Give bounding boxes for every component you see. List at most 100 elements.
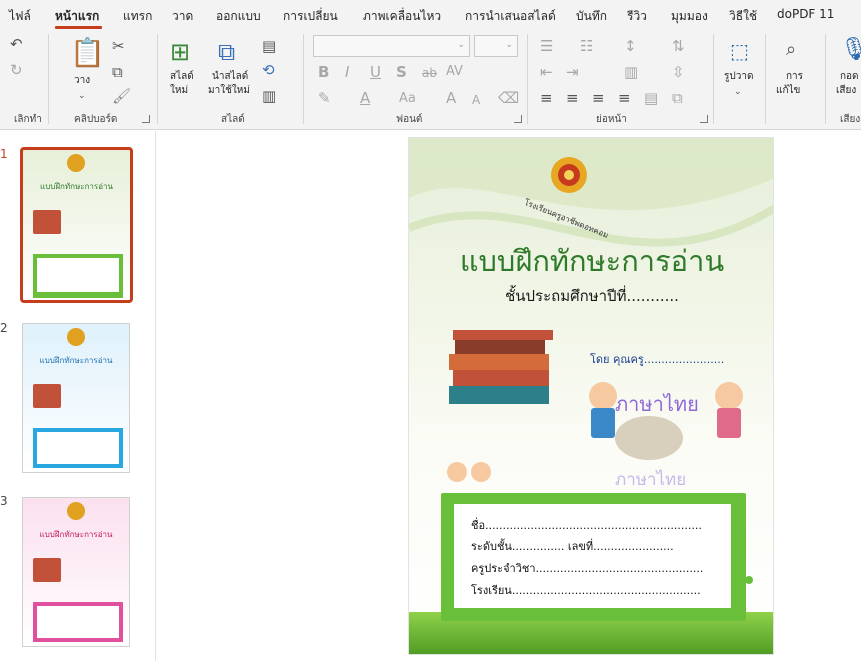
drawing-shapes-icon[interactable]: ⬚ — [730, 40, 749, 62]
emblem-icon — [67, 154, 85, 172]
form-school-line[interactable]: โรงเรียน................................… — [471, 581, 701, 599]
slide-thumbnail-1[interactable]: แบบฝึกทักษะการอ่าน — [20, 147, 133, 303]
thumbnail-number: 2 — [0, 321, 8, 335]
thumbnail-form-frame — [33, 428, 123, 468]
tab-view[interactable]: มุมมอง — [671, 7, 708, 26]
slide-thumbnail-2[interactable]: แบบฝึกทักษะการอ่าน — [22, 323, 130, 473]
tab-transitions[interactable]: การเปลี่ยน — [283, 7, 338, 26]
bold-icon[interactable]: B — [318, 64, 329, 80]
paste-icon[interactable]: 📋 — [70, 38, 105, 68]
strikethrough-icon[interactable]: ab — [422, 65, 437, 81]
increase-indent-icon[interactable]: ⇥ — [566, 64, 579, 80]
thumbnail-form-frame — [33, 254, 123, 298]
tab-dopdf[interactable]: doPDF 11 — [777, 7, 834, 21]
teacher-byline[interactable]: โดย คุณครู....................... — [590, 350, 724, 368]
clipboard-group-label: คลิปบอร์ด — [74, 114, 118, 125]
separator — [303, 34, 304, 124]
font-name-combo[interactable]: ⌄ — [313, 35, 470, 57]
tab-draw[interactable]: วาด — [172, 7, 193, 26]
increase-font-icon[interactable]: A — [446, 90, 456, 106]
books-icon — [33, 384, 61, 408]
decrease-font-icon[interactable]: A — [472, 92, 480, 108]
thumbnail-title: แบบฝึกทักษะการอ่าน — [39, 356, 113, 365]
dictate-label-1[interactable]: กอด — [840, 70, 859, 83]
text-direction-icon[interactable]: ⇅ — [672, 38, 685, 54]
section-icon[interactable]: ▥ — [262, 88, 276, 104]
dictate-label-2[interactable]: เสียง — [836, 84, 856, 97]
new-slide-label-2[interactable]: ใหม่ — [170, 84, 188, 97]
thai-art-text: ภาษาไทย — [615, 392, 699, 416]
active-tab-indicator — [55, 26, 102, 29]
font-color-icon[interactable]: A — [360, 90, 370, 106]
reuse-slides-label-1[interactable]: นำสไลด์ — [212, 70, 248, 83]
tab-review[interactable]: รีวิว — [627, 7, 647, 26]
tab-record[interactable]: บันทึก — [576, 7, 607, 26]
redo-icon[interactable]: ↻ — [10, 62, 23, 78]
chevron-down-icon[interactable]: ⌄ — [78, 88, 86, 104]
thumbnail-number: 3 — [0, 494, 8, 508]
reset-icon[interactable]: ⟲ — [262, 62, 275, 78]
format-painter-icon[interactable]: 🖌 — [112, 88, 131, 104]
new-slide-label-1[interactable]: สไลด์ — [170, 70, 194, 83]
bullets-icon[interactable]: ☰ — [540, 38, 553, 54]
slide-thumbnail-3[interactable]: แบบฝึกทักษะการอ่าน — [22, 497, 130, 647]
tab-slideshow[interactable]: การนำเสนอสไลด์ — [465, 7, 556, 26]
undo-icon[interactable]: ↶ — [10, 36, 23, 52]
font-launcher-icon[interactable] — [514, 115, 522, 123]
thumbnail-number: 1 — [0, 147, 8, 161]
copy-icon[interactable]: ⧉ — [112, 64, 123, 80]
cut-icon[interactable]: ✂ — [112, 38, 125, 54]
clipboard-launcher-icon[interactable] — [142, 115, 150, 123]
separator — [527, 34, 528, 124]
tab-help[interactable]: วิธีใช้ — [729, 7, 757, 26]
italic-icon[interactable]: I — [345, 64, 349, 80]
align-center-icon[interactable]: ≡ — [566, 90, 579, 106]
separator — [48, 34, 49, 124]
slide-subtitle[interactable]: ชั้นประถมศึกษาปีที่........... — [409, 284, 773, 308]
reuse-slides-icon[interactable]: ⧉ — [218, 38, 235, 66]
paste-button-label[interactable]: วาง — [74, 74, 90, 87]
paragraph-launcher-icon[interactable] — [700, 115, 708, 123]
line-spacing-icon[interactable]: ↕ — [624, 38, 637, 54]
change-case-icon[interactable]: Aa — [399, 91, 416, 107]
editing-label-2[interactable]: แก้ไข — [776, 84, 800, 97]
character-spacing-icon[interactable]: AV — [446, 64, 463, 80]
tab-home[interactable]: หน้าแรก — [55, 7, 99, 26]
new-slide-icon[interactable]: ⊞ — [170, 38, 190, 66]
tab-insert[interactable]: แทรก — [123, 7, 152, 26]
tab-design[interactable]: ออกแบบ — [216, 7, 261, 26]
editing-label-1[interactable]: การ — [786, 70, 803, 83]
numbering-icon[interactable]: ☷ — [580, 38, 593, 54]
form-teacher-line[interactable]: ครูประจำวิชา............................… — [471, 559, 703, 577]
decrease-indent-icon[interactable]: ⇤ — [540, 64, 553, 80]
clear-format-icon[interactable]: ⌫ — [498, 90, 519, 106]
shadow-icon[interactable]: S — [396, 64, 407, 80]
justify-icon[interactable]: ≡ — [618, 90, 631, 106]
drawing-button-label[interactable]: รูปวาด — [724, 70, 753, 83]
thai-art-text-faded: ภาษาไทย — [615, 470, 687, 490]
underline-icon[interactable]: U — [370, 64, 381, 80]
separator — [157, 34, 158, 124]
align-left-icon[interactable]: ≡ — [540, 90, 553, 106]
thumbnail-form — [37, 258, 119, 292]
align-text-icon[interactable]: ⇳ — [672, 64, 685, 80]
chevron-down-icon[interactable]: ⌄ — [734, 84, 742, 100]
font-size-combo[interactable]: ⌄ — [474, 35, 518, 57]
form-level-line[interactable]: ระดับชั้น............... เลขที่.........… — [471, 537, 674, 555]
highlight-icon[interactable]: ✎ — [318, 90, 331, 106]
tab-file[interactable]: ไฟล์ — [9, 7, 31, 26]
search-icon[interactable]: ⌕ — [786, 40, 796, 60]
slide-title[interactable]: แบบฝึกทักษะการอ่าน — [409, 238, 773, 284]
form-name-line[interactable]: ชื่อ....................................… — [471, 516, 702, 534]
dictate-mic-icon[interactable]: 🎙 — [840, 38, 861, 62]
smartart-icon[interactable]: ⧉ — [672, 90, 683, 106]
distributed-icon[interactable]: ▤ — [644, 90, 658, 106]
reuse-slides-label-2[interactable]: มาใช้ใหม่ — [208, 84, 250, 97]
align-right-icon[interactable]: ≡ — [592, 90, 605, 106]
columns-icon[interactable]: ▥ — [624, 64, 638, 80]
ribbon: ↶ ↻ เลิกทำ 📋 วาง ⌄ ✂ ⧉ 🖌 คลิปบอร์ด ⊞ สไล… — [0, 30, 861, 130]
slides-group-label: สไลด์ — [221, 114, 245, 125]
layout-icon[interactable]: ▤ — [262, 38, 276, 54]
slide-canvas[interactable]: โรงเรียนครูอาชีพดอทคอม แบบฝึกทักษะการอ่า… — [408, 137, 774, 655]
tab-animations[interactable]: ภาพเคลื่อนไหว — [363, 7, 441, 26]
